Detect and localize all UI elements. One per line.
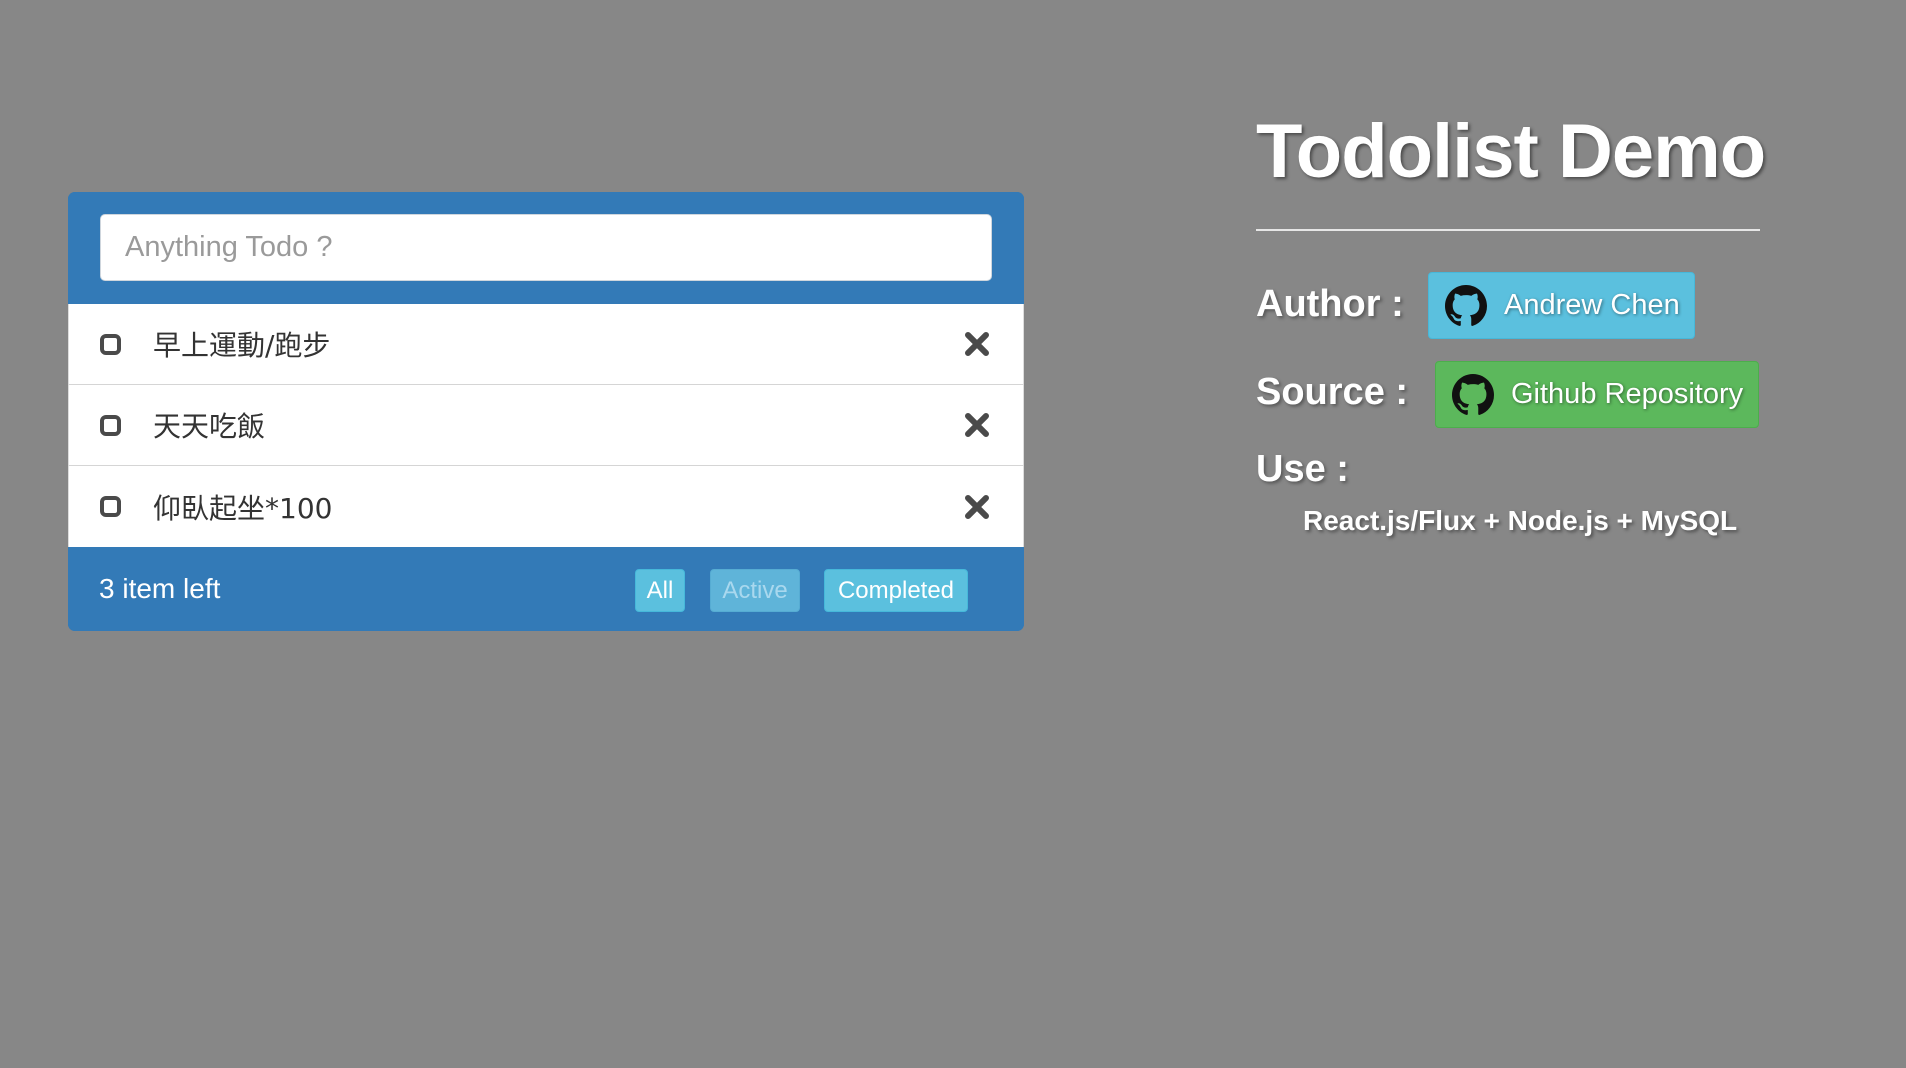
title-divider bbox=[1256, 229, 1760, 231]
todo-item: 早上運動/跑步 bbox=[68, 304, 1024, 385]
author-label: Author : bbox=[1256, 283, 1404, 325]
source-link-button[interactable]: Github Repository bbox=[1435, 361, 1759, 428]
todo-item-text: 仰臥起坐*100 bbox=[153, 491, 333, 525]
checkbox-unchecked-icon[interactable] bbox=[100, 414, 121, 436]
page-title: Todolist Demo bbox=[1256, 109, 1766, 194]
tech-stack-text: React.js/Flux + Node.js + MySQL bbox=[1303, 505, 1738, 536]
close-x-icon[interactable] bbox=[963, 330, 991, 358]
source-button-label: Github Repository bbox=[1511, 378, 1744, 410]
items-left-count: 3 item left bbox=[99, 573, 221, 604]
source-label: Source : bbox=[1256, 371, 1409, 413]
close-x-icon[interactable] bbox=[963, 411, 991, 439]
todo-footer: 3 item left All Active Completed bbox=[68, 547, 1024, 631]
todo-header bbox=[68, 192, 1024, 304]
close-x-icon[interactable] bbox=[963, 493, 991, 521]
github-icon bbox=[1445, 284, 1487, 326]
todo-item: 天天吃飯 bbox=[68, 385, 1024, 466]
github-icon bbox=[1452, 373, 1494, 415]
todo-item-text: 天天吃飯 bbox=[153, 410, 266, 443]
author-button-label: Andrew Chen bbox=[1504, 289, 1680, 321]
todo-item-text: 早上運動/跑步 bbox=[153, 329, 331, 362]
page: 早上運動/跑步 天天吃飯 仰臥起坐*100 3 ite bbox=[0, 0, 1906, 1068]
filter-completed-button[interactable]: Completed bbox=[824, 569, 968, 612]
todo-panel: 早上運動/跑步 天天吃飯 仰臥起坐*100 3 ite bbox=[68, 192, 1024, 631]
todo-list: 早上運動/跑步 天天吃飯 仰臥起坐*100 bbox=[68, 304, 1024, 547]
filter-active-button[interactable]: Active bbox=[710, 569, 800, 612]
checkbox-unchecked-icon[interactable] bbox=[100, 333, 121, 355]
use-label: Use : bbox=[1256, 448, 1349, 490]
todo-item: 仰臥起坐*100 bbox=[68, 466, 1024, 547]
filter-all-button[interactable]: All bbox=[635, 569, 685, 612]
author-link-button[interactable]: Andrew Chen bbox=[1428, 272, 1695, 339]
checkbox-unchecked-icon[interactable] bbox=[100, 496, 121, 517]
new-todo-input[interactable] bbox=[100, 214, 992, 281]
